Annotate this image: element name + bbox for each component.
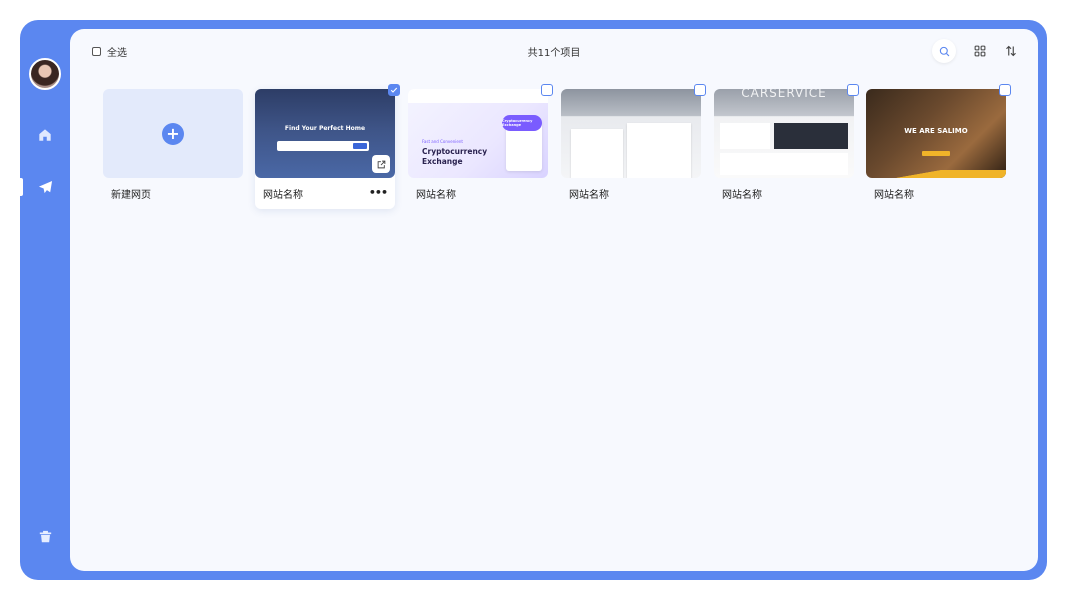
search-icon <box>939 46 949 56</box>
site-name: 网站名称 <box>416 190 456 201</box>
main-panel: 全选 共11个项目 + 新建网页 Find Your Perfect Home <box>70 29 1038 571</box>
site-name: 网站名称 <box>874 190 914 201</box>
external-link-icon <box>377 160 385 168</box>
site-name: 网站名称 <box>722 190 762 201</box>
toolbar: 全选 共11个项目 <box>70 29 1038 73</box>
thumbnail-page-section <box>720 123 770 149</box>
thumbnail-hero-text: CARSERVICE <box>741 89 827 100</box>
thumbnail-page-section <box>627 123 691 178</box>
more-options-button[interactable]: ••• <box>369 186 388 199</box>
grid-view-button[interactable] <box>968 39 992 63</box>
search-button[interactable] <box>932 39 956 63</box>
user-avatar[interactable] <box>29 58 61 90</box>
card-checkbox[interactable] <box>388 84 400 96</box>
thumbnail-search-bar <box>277 141 369 151</box>
thumbnail-widget: Cryptocurrency Exchange <box>502 115 542 171</box>
item-count: 共11个项目 <box>527 48 581 59</box>
site-name: 网站名称 <box>569 190 609 201</box>
thumbnail-button <box>922 151 950 156</box>
card-checkbox[interactable] <box>541 84 553 96</box>
site-thumbnail[interactable] <box>561 89 701 178</box>
site-name: 网站名称 <box>263 190 303 201</box>
thumbnail-subtitle: Fast and Convenient <box>422 139 463 144</box>
new-page-tile[interactable]: + <box>103 89 243 178</box>
card-checkbox[interactable] <box>999 84 1011 96</box>
send-icon[interactable] <box>35 177 55 197</box>
grid-view-icon <box>974 45 986 57</box>
thumbnail-nav <box>408 89 548 103</box>
plus-icon: + <box>162 122 184 145</box>
sort-button[interactable] <box>999 39 1023 63</box>
home-icon[interactable] <box>35 125 55 145</box>
check-icon <box>390 87 398 93</box>
thumbnail-hero-text: Find Your Perfect Home <box>284 125 366 132</box>
site-thumbnail[interactable]: WE ARE SALIMO <box>866 89 1006 178</box>
trash-icon[interactable] <box>35 526 55 546</box>
site-thumbnail[interactable]: Fast and Convenient Cryptocurrency Excha… <box>408 89 548 178</box>
open-external-button[interactable] <box>372 155 390 173</box>
thumbnail-hero-text: Cryptocurrency Exchange <box>422 147 488 166</box>
thumbnail-hero-text: WE ARE SALIMO <box>904 127 968 135</box>
new-page-label: 新建网页 <box>111 190 151 201</box>
thumbnail-badge: Cryptocurrency Exchange <box>502 115 542 131</box>
site-card[interactable]: Find Your Perfect Home 网站名称 ••• <box>255 84 400 209</box>
card-checkbox[interactable] <box>847 84 859 96</box>
thumbnail-page-section <box>571 129 623 178</box>
site-thumbnail[interactable]: Find Your Perfect Home <box>255 89 395 178</box>
thumbnail-page-section <box>720 153 848 175</box>
active-nav-indicator <box>20 178 23 196</box>
thumbnail-stripe <box>866 170 1006 178</box>
card-checkbox[interactable] <box>694 84 706 96</box>
site-thumbnail[interactable]: CARSERVICE <box>714 89 854 178</box>
sidebar <box>20 20 70 580</box>
thumbnail-page-section <box>774 123 848 149</box>
sort-icon <box>1006 45 1016 57</box>
